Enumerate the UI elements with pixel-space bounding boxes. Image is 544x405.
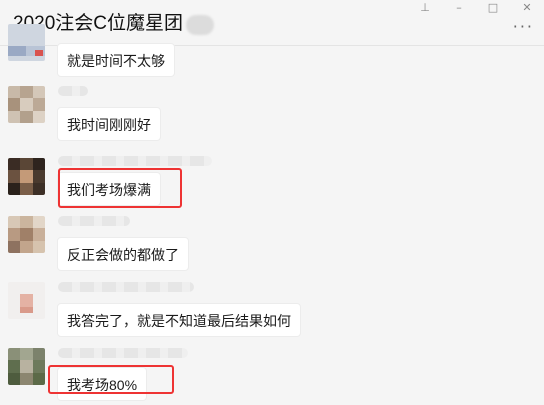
sender-name-blurred (58, 282, 194, 292)
message-list[interactable]: 就是时间不太够 我时间刚刚好 我们考场爆满 反正会做的都做了 我答完了，就是不知… (0, 24, 544, 405)
message-bubble[interactable]: 就是时间不太够 (57, 43, 175, 77)
sender-name-blurred (58, 216, 130, 226)
window-controls: ⊥ – □ ✕ (408, 0, 544, 14)
avatar[interactable] (8, 216, 45, 253)
blurred-member-count (186, 15, 214, 35)
sender-name-blurred (58, 86, 88, 96)
sender-name-blurred (58, 348, 188, 358)
highlight-box (48, 365, 174, 394)
avatar[interactable] (8, 158, 45, 195)
sender-name-blurred (58, 156, 212, 166)
more-icon[interactable]: ··· (513, 19, 534, 35)
message-bubble[interactable]: 我时间刚刚好 (57, 107, 161, 141)
message-bubble[interactable]: 反正会做的都做了 (57, 237, 189, 271)
pin-icon[interactable]: ⊥ (408, 0, 442, 14)
chat-title-bar: 2020注会C位魔星团 ⊥ – □ ✕ ··· (0, 0, 544, 46)
flag-icon (35, 50, 43, 56)
maximize-icon[interactable]: □ (476, 0, 510, 14)
avatar[interactable] (8, 282, 45, 319)
minimize-icon[interactable]: – (442, 0, 476, 14)
highlight-box (58, 168, 182, 208)
avatar[interactable] (8, 348, 45, 385)
close-icon[interactable]: ✕ (510, 0, 544, 14)
message-bubble[interactable]: 我答完了，就是不知道最后结果如何 (57, 303, 301, 337)
avatar[interactable] (8, 86, 45, 123)
